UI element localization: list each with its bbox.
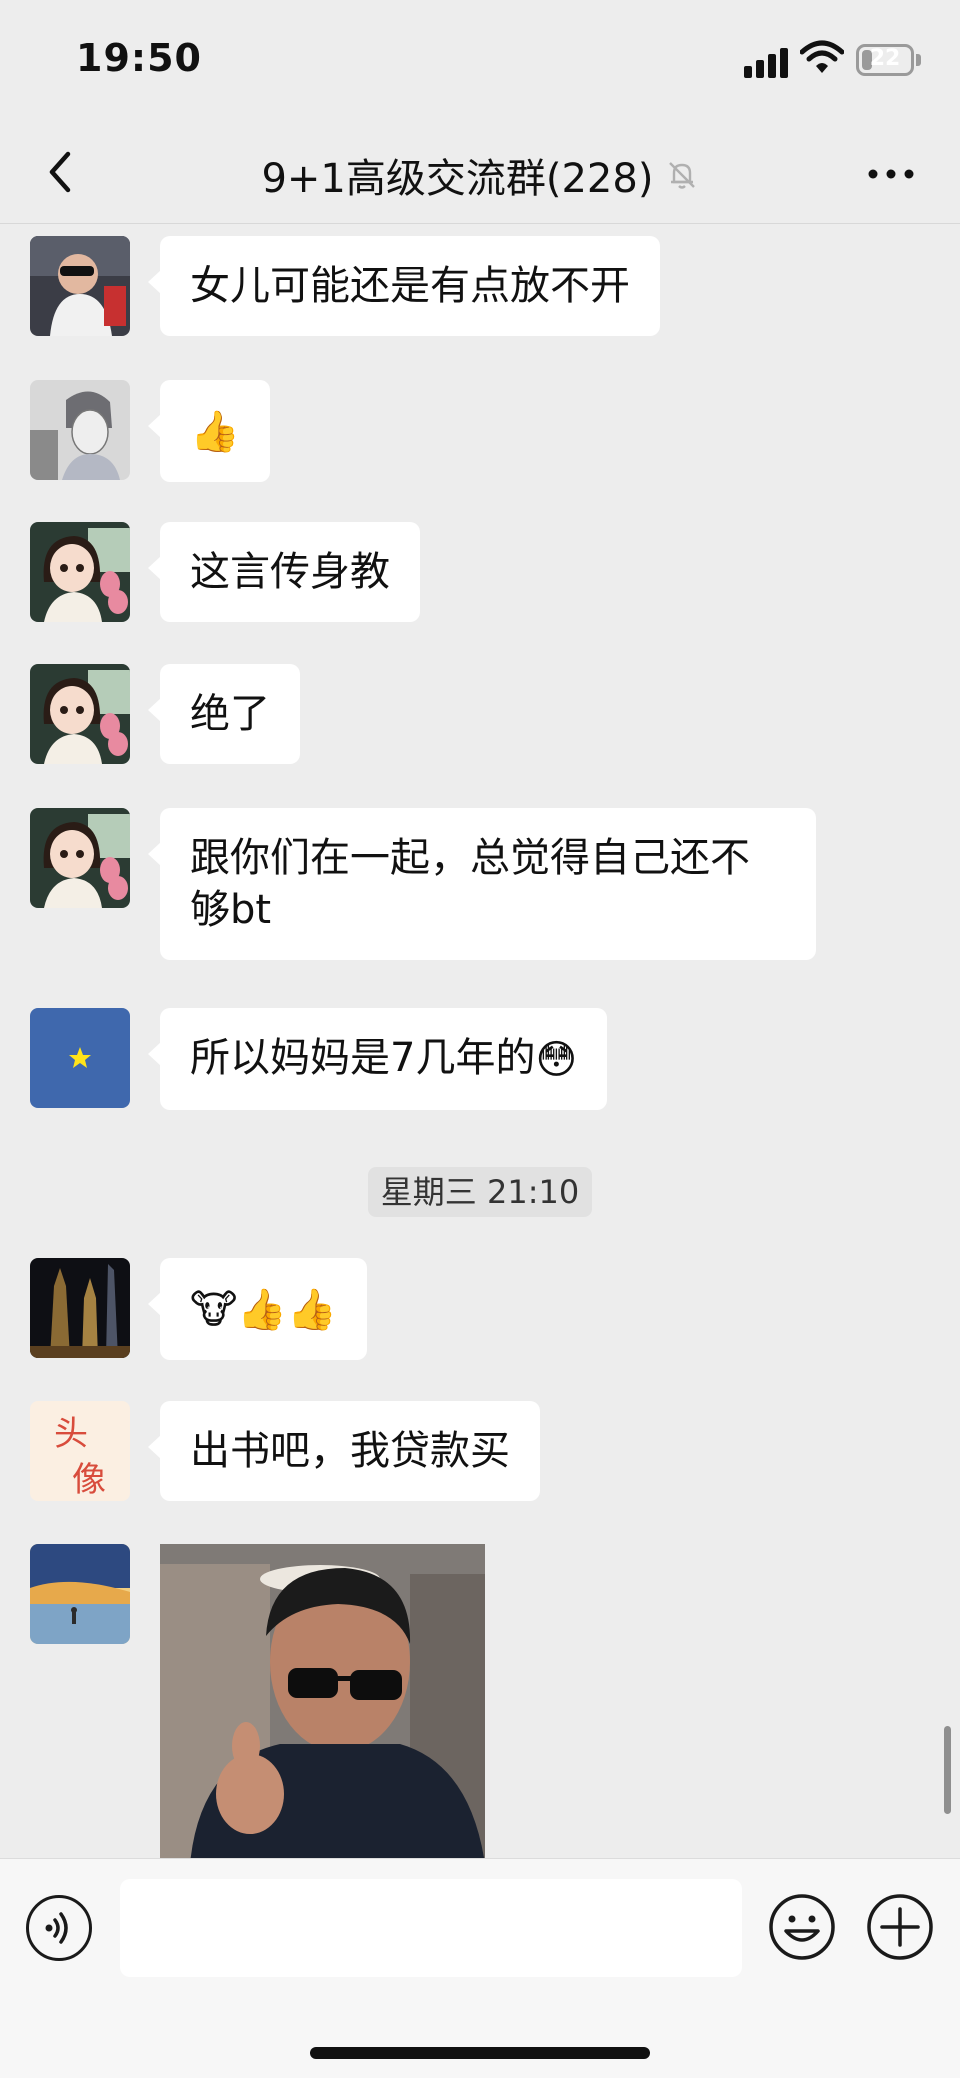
avatar[interactable] [30, 522, 130, 622]
battery-icon: 22 [856, 44, 914, 76]
chat-header: 9+1高级交流群(228) [0, 120, 960, 224]
status-bar: 19:50 22 [0, 0, 960, 120]
status-time: 19:50 [76, 36, 202, 80]
message-text-line: 够bt [190, 887, 272, 933]
message-bubble[interactable]: 绝了 [148, 664, 300, 764]
home-indicator [310, 2047, 650, 2059]
emoji-button[interactable] [768, 1893, 836, 1961]
avatar[interactable] [30, 1258, 130, 1358]
avatar[interactable] [30, 1008, 130, 1108]
voice-button[interactable] [26, 1895, 92, 1961]
title-wrap: 9+1高级交流群(228) [0, 146, 960, 204]
message-bubble[interactable]: 出书吧，我贷款买 [148, 1401, 540, 1501]
bell-slash-icon [668, 162, 695, 189]
message-bubble[interactable]: 👍 [148, 380, 270, 482]
avatar[interactable] [30, 664, 130, 764]
avatar-text-2: 像 [72, 1460, 106, 1500]
avatar[interactable] [30, 236, 130, 336]
message-bubble[interactable]: 这言传身教 [148, 522, 420, 622]
message-bubble[interactable]: 跟你们在一起，总觉得自己还不 够bt [148, 808, 816, 960]
flushed-face-emoji: 😳 [535, 1037, 578, 1083]
avatar[interactable] [30, 380, 130, 480]
thumbs-up-emoji: 👍 [190, 409, 240, 455]
message-text: 所以妈妈是7几年的 [190, 1035, 536, 1081]
message-text-line: 跟你们在一起，总觉得自己还不 [190, 835, 750, 881]
cow-thumbs-up-emoji: 🐮👍👍 [190, 1287, 337, 1333]
message-list[interactable]: 女儿可能还是有点放不开 👍 这言传身教 绝了 跟你们在一起，总觉得自己还不 够b… [0, 224, 960, 1858]
message-input[interactable] [120, 1879, 742, 1977]
sticker-image[interactable] [160, 1544, 485, 1858]
chat-title: 9+1高级交流群(228) [261, 156, 654, 202]
avatar-text-1: 头 [54, 1414, 88, 1454]
cellular-signal-icon [744, 48, 790, 78]
battery-percent: 22 [869, 46, 901, 71]
plus-button[interactable] [866, 1893, 934, 1961]
message-bubble[interactable]: 所以妈妈是7几年的😳 [147, 1008, 608, 1110]
avatar[interactable]: 头 像 [30, 1401, 130, 1501]
voice-icon [45, 1912, 68, 1944]
message-bubble[interactable]: 🐮👍👍 [148, 1258, 367, 1360]
more-button[interactable] [866, 150, 916, 198]
avatar[interactable] [30, 808, 130, 908]
wifi-icon [800, 40, 844, 73]
message-bubble[interactable]: 女儿可能还是有点放不开 [148, 236, 660, 336]
battery-nub [916, 54, 921, 66]
time-separator: 星期三 21:10 [368, 1167, 592, 1217]
avatar[interactable] [30, 1544, 130, 1644]
input-bar [0, 1858, 960, 2078]
scrollbar[interactable] [944, 1726, 951, 1814]
